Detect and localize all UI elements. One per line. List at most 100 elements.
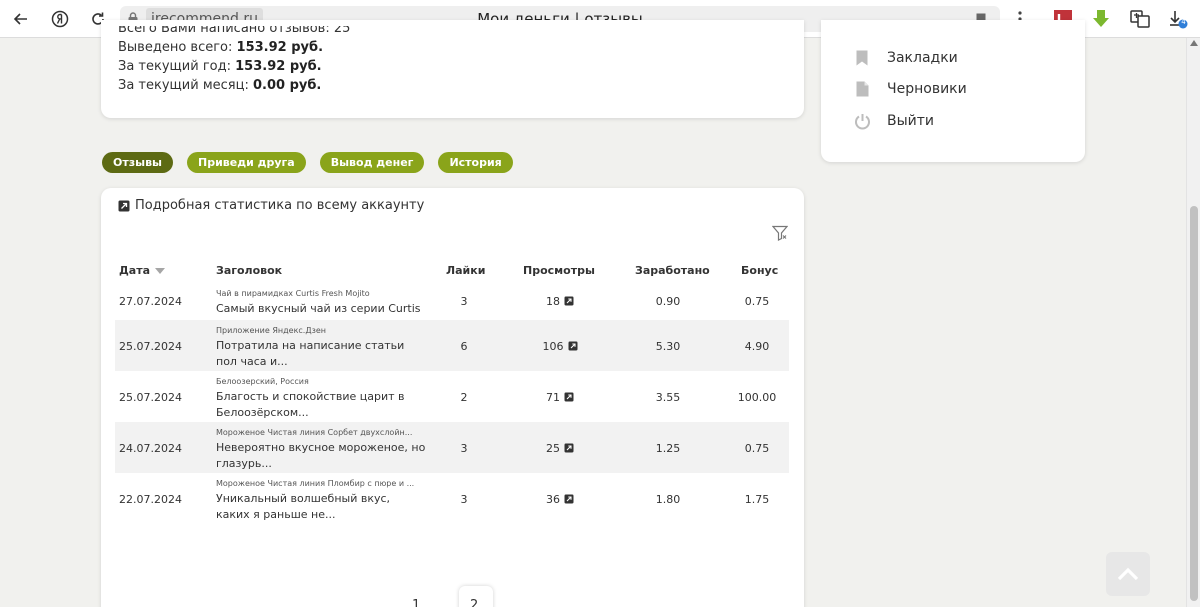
downloads-icon[interactable]: 4 [1167,8,1189,30]
tab-history[interactable]: История [438,152,513,173]
sidebar-item-label: Выйти [887,113,935,129]
row-title[interactable]: Уникальный волшебный вкус, каких я раньш… [216,491,426,523]
year-label: За текущий год: [118,59,231,74]
row-views-value: 71 [546,391,560,404]
row-views: 25 [515,442,605,455]
scrollbar-thumb[interactable] [1190,206,1198,601]
stats-table-body: 27.07.2024 Чай в пирамидках Curtis Fresh… [115,283,789,524]
current-month-line: За текущий месяц: 0.00 руб. [118,76,350,95]
power-icon [853,112,871,130]
row-likes: 3 [460,295,468,308]
month-value: 0.00 руб. [252,78,322,93]
stats-table-header: Дата Заголовок Лайки Просмотры Заработан… [115,264,789,280]
yandex-logo-icon[interactable] [49,8,71,30]
row-views-value: 106 [542,340,564,353]
row-review[interactable]: Мороженое Чистая линия Пломбир с пюре и … [216,479,426,523]
row-views-value: 18 [546,295,560,308]
reviews-count-line: Всего Вами написано отзывов: 25 [118,26,351,36]
money-tabs: Отзывы Приведи друга Вывод денег История [102,152,527,174]
page-scrollbar[interactable] [1186,38,1200,607]
table-row: 27.07.2024 Чай в пирамидках Curtis Fresh… [115,283,789,320]
withdrawn-label: Выведено всего: [118,40,233,55]
external-link-icon[interactable] [564,392,574,402]
row-date: 25.07.2024 [119,391,182,404]
download-extension-icon[interactable] [1090,8,1112,30]
row-earned: 1.80 [655,493,681,506]
row-date: 24.07.2024 [119,442,182,455]
external-link-icon [118,200,130,211]
row-title[interactable]: Потратила на написание статьи пол часа и… [216,338,426,370]
row-bonus: 4.90 [744,340,770,353]
row-subject[interactable]: Мороженое Чистая линия Сорбет двухслойн.… [216,428,426,438]
row-subject[interactable]: Белоозерский, Россия [216,377,426,387]
row-earned: 5.30 [655,340,681,353]
sidebar-item-label: Закладки [887,50,958,66]
table-row: 25.07.2024 Приложение Яндекс.Дзен Потрат… [115,320,789,371]
filter-icon[interactable] [772,225,788,241]
tab-reviews[interactable]: Отзывы [102,152,173,173]
back-arrow-icon[interactable] [10,8,32,30]
external-link-icon[interactable] [564,296,574,306]
tab-withdraw[interactable]: Вывод денег [319,152,425,173]
row-review[interactable]: Приложение Яндекс.Дзен Потратила на напи… [216,326,426,370]
row-review[interactable]: Мороженое Чистая линия Сорбет двухслойн.… [216,428,426,472]
row-earned: 0.90 [655,295,681,308]
stats-title[interactable]: Подробная статистика по всему аккаунту [118,198,424,213]
row-views-value: 25 [546,442,560,455]
year-value: 153.92 руб. [235,59,322,74]
page-current-label: 2 [470,598,479,607]
column-date[interactable]: Дата [119,264,166,277]
earnings-summary-card: Всего Вами написано отзывов: 25 Выведено… [101,20,804,118]
column-bonus[interactable]: Бонус [741,264,778,277]
sort-down-icon [155,268,166,274]
downloads-badge: 4 [1181,18,1186,26]
row-title[interactable]: Благость и спокойствие царит в Белоозёрс… [216,389,426,421]
row-likes: 3 [460,493,468,506]
row-bonus: 100.00 [737,391,777,404]
row-bonus: 1.75 [744,493,770,506]
account-stats-card: Подробная статистика по всему аккаунту Д… [101,188,804,607]
row-date: 27.07.2024 [119,295,182,308]
tab-invite-friend[interactable]: Приведи друга [186,152,306,173]
row-bonus: 0.75 [744,442,770,455]
row-subject[interactable]: Чай в пирамидках Curtis Fresh Mojito [216,289,426,299]
row-subject[interactable]: Мороженое Чистая линия Пломбир с пюре и … [216,479,426,489]
external-link-icon[interactable] [564,494,574,504]
column-views[interactable]: Просмотры [523,264,595,277]
withdrawn-value: 153.92 руб. [236,40,324,55]
page-current-2[interactable]: 2 [459,586,493,607]
sidebar-item-drafts[interactable]: Черновики [853,78,967,100]
sidebar-item-logout[interactable]: Выйти [853,110,934,132]
table-row: 24.07.2024 Мороженое Чистая линия Сорбет… [115,422,789,473]
scroll-up-arrow-icon[interactable] [1190,40,1198,46]
row-views: 106 [515,340,605,353]
row-likes: 2 [460,391,468,404]
sidebar-item-label: Черновики [887,81,967,97]
row-views: 36 [515,493,605,506]
table-row: 25.07.2024 Белоозерский, Россия Благость… [115,371,789,422]
draft-icon [853,80,871,98]
column-likes[interactable]: Лайки [446,264,485,277]
chevron-up-icon [1117,567,1139,581]
row-earned: 1.25 [655,442,681,455]
table-row: 22.07.2024 Мороженое Чистая линия Пломби… [115,473,789,524]
row-date: 25.07.2024 [119,340,182,353]
row-review[interactable]: Белоозерский, Россия Благость и спокойст… [216,377,426,421]
row-review[interactable]: Чай в пирамидках Curtis Fresh Mojito Сам… [216,289,426,317]
external-link-icon[interactable] [568,341,578,351]
row-likes: 3 [460,442,468,455]
translate-extension-icon[interactable] [1129,8,1151,30]
column-earned[interactable]: Заработано [635,264,710,277]
row-date: 22.07.2024 [119,493,182,506]
external-link-icon[interactable] [564,443,574,453]
row-title[interactable]: Самый вкусный чай из серии Curtis [216,301,426,317]
page-link-1[interactable]: 1 [412,598,420,607]
sidebar-item-bookmarks[interactable]: Закладки [853,47,958,69]
pagination: 1 2 [101,586,804,607]
bookmark-icon [853,49,871,67]
column-title[interactable]: Заголовок [216,264,282,277]
scroll-to-top-button[interactable] [1106,552,1150,596]
row-subject[interactable]: Приложение Яндекс.Дзен [216,326,426,336]
row-title[interactable]: Невероятно вкусное мороженое, но глазурь… [216,440,426,472]
row-views-value: 36 [546,493,560,506]
